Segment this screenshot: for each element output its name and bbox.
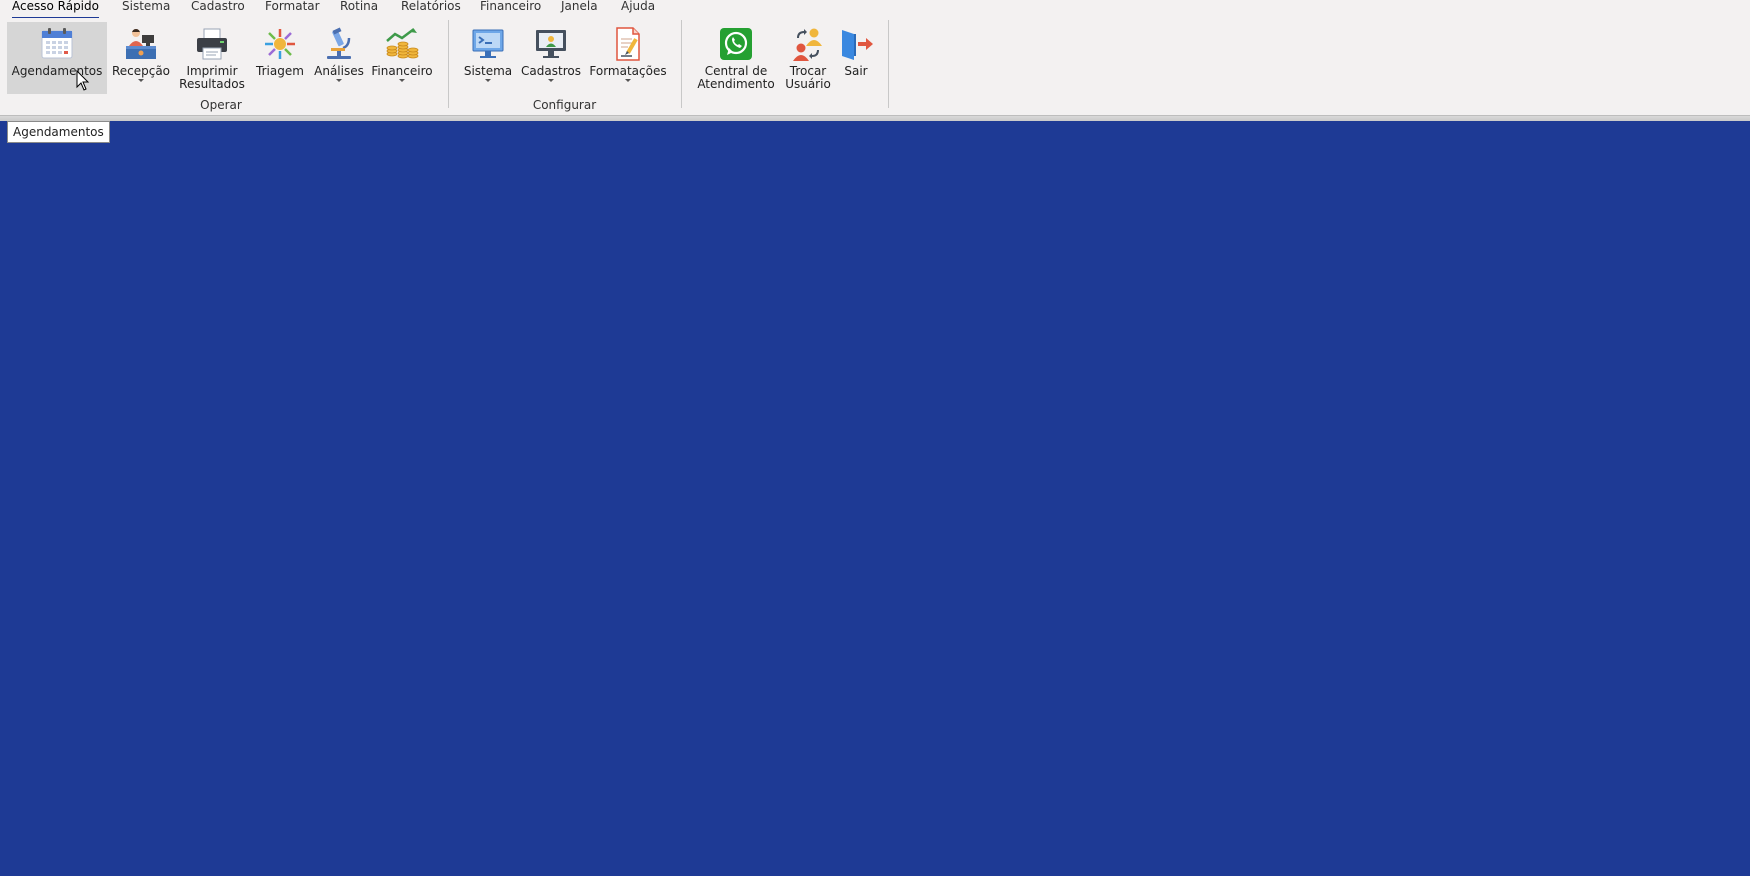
monitor-register-icon bbox=[536, 30, 566, 58]
sair-button[interactable]: Sair bbox=[836, 22, 876, 78]
central-label-2: Atendimento bbox=[697, 77, 775, 91]
reception-desk-icon bbox=[126, 29, 156, 59]
recepcao-label: Recepção bbox=[111, 64, 171, 78]
calendar-icon bbox=[41, 28, 73, 59]
trocar-usuario-button[interactable]: Trocar Usuário bbox=[782, 22, 834, 91]
formatacoes-button[interactable]: Formatações bbox=[588, 22, 668, 82]
triagem-button[interactable]: Triagem bbox=[252, 22, 308, 78]
group-separator bbox=[448, 20, 449, 108]
analises-button[interactable]: Análises bbox=[312, 22, 366, 82]
group-separator bbox=[888, 20, 889, 108]
ribbon-panel: Agendamentos Recepção Imprimir Resultado… bbox=[0, 18, 1750, 115]
agendamentos-label: Agendamentos bbox=[11, 64, 103, 78]
tab-rotina[interactable]: Rotina bbox=[340, 0, 378, 17]
mdi-workspace[interactable] bbox=[0, 121, 1750, 876]
sair-label: Sair bbox=[844, 64, 868, 78]
tab-cadastro[interactable]: Cadastro bbox=[191, 0, 245, 17]
financeiro-label: Financeiro bbox=[371, 64, 433, 78]
chevron-down-icon bbox=[336, 79, 342, 82]
chevron-down-icon bbox=[399, 79, 405, 82]
sistema-label: Sistema bbox=[463, 64, 513, 78]
triagem-label: Triagem bbox=[256, 64, 304, 78]
group-label-configurar: Configurar bbox=[532, 98, 597, 112]
recepcao-button[interactable]: Recepção bbox=[110, 22, 172, 82]
formatacoes-label: Formatações bbox=[589, 64, 667, 78]
financeiro-button[interactable]: Financeiro bbox=[370, 22, 434, 82]
agendamentos-button[interactable]: Agendamentos bbox=[7, 22, 107, 94]
chevron-down-icon bbox=[485, 79, 491, 82]
printer-icon bbox=[197, 28, 227, 60]
triage-arrows-icon bbox=[265, 29, 295, 59]
group-label-operar: Operar bbox=[200, 98, 242, 112]
tab-financeiro[interactable]: Financeiro bbox=[480, 0, 541, 17]
tab-acesso-rapido[interactable]: Acesso Rápido bbox=[12, 0, 99, 19]
mouse-cursor-icon bbox=[76, 70, 90, 91]
tab-sistema[interactable]: Sistema bbox=[122, 0, 170, 17]
analises-label: Análises bbox=[314, 64, 364, 78]
imprimir-resultados-button[interactable]: Imprimir Resultados bbox=[178, 22, 246, 91]
imprimir-label-2: Resultados bbox=[179, 77, 245, 91]
chevron-down-icon bbox=[548, 79, 554, 82]
central-atendimento-button[interactable]: Central de Atendimento bbox=[694, 22, 778, 91]
coins-chart-icon bbox=[386, 28, 419, 59]
cadastros-label: Cadastros bbox=[521, 64, 581, 78]
document-edit-icon bbox=[616, 27, 640, 61]
exit-door-icon bbox=[842, 30, 873, 60]
sistema-button[interactable]: Sistema bbox=[460, 22, 516, 82]
cadastros-button[interactable]: Cadastros bbox=[520, 22, 582, 82]
chevron-down-icon bbox=[625, 79, 631, 82]
microscope-icon bbox=[327, 27, 351, 59]
chevron-down-icon bbox=[138, 79, 144, 82]
monitor-icon bbox=[472, 29, 504, 58]
application-window: Acesso Rápido Sistema Cadastro Formatar … bbox=[0, 0, 1750, 876]
whatsapp-icon bbox=[720, 28, 752, 60]
ribbon-tab-bar: Acesso Rápido Sistema Cadastro Formatar … bbox=[0, 0, 1750, 20]
switch-user-icon bbox=[793, 28, 822, 61]
tab-formatar[interactable]: Formatar bbox=[265, 0, 320, 17]
tab-ajuda[interactable]: Ajuda bbox=[621, 0, 655, 17]
trocar-label-2: Usuário bbox=[785, 77, 831, 91]
tab-janela[interactable]: Janela bbox=[561, 0, 598, 17]
tab-relatorios[interactable]: Relatórios bbox=[401, 0, 461, 17]
group-separator bbox=[681, 20, 682, 108]
